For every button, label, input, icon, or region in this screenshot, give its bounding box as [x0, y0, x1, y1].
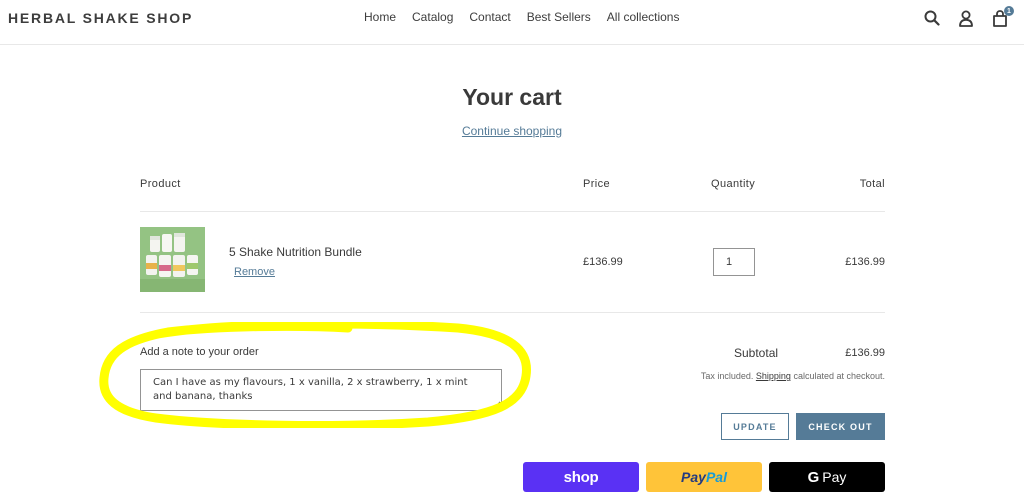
- nav-home[interactable]: Home: [364, 10, 396, 24]
- nav-best-sellers[interactable]: Best Sellers: [527, 10, 591, 24]
- main-nav: Home Catalog Contact Best Sellers All co…: [364, 10, 695, 24]
- paypal-button[interactable]: Pay Pal: [646, 462, 762, 492]
- site-logo[interactable]: HERBAL SHAKE SHOP: [8, 10, 193, 26]
- checkout-button[interactable]: CHECK OUT: [796, 413, 885, 440]
- search-icon[interactable]: [922, 8, 942, 28]
- remove-item-link[interactable]: Remove: [234, 266, 275, 278]
- item-price: £136.99: [583, 256, 623, 268]
- order-note-label: Add a note to your order: [140, 346, 259, 358]
- nav-all-collections[interactable]: All collections: [607, 10, 680, 24]
- column-header-price: Price: [583, 178, 611, 190]
- google-g-icon: G: [807, 468, 820, 486]
- quantity-input[interactable]: [713, 248, 755, 276]
- site-header: HERBAL SHAKE SHOP Home Catalog Contact B…: [0, 0, 1024, 45]
- subtotal-value: £136.99: [845, 347, 885, 359]
- column-header-quantity: Quantity: [711, 178, 756, 190]
- order-note-textarea[interactable]: Can I have as my flavours, 1 x vanilla, …: [140, 369, 502, 411]
- product-name[interactable]: 5 Shake Nutrition Bundle: [229, 245, 362, 259]
- tax-note: Tax included. Shipping calculated at che…: [701, 371, 885, 381]
- page-title: Your cart: [462, 84, 562, 110]
- shop-pay-label: shop: [563, 468, 599, 486]
- shop-pay-button[interactable]: shop: [523, 462, 639, 492]
- update-cart-button[interactable]: UPDATE: [721, 413, 789, 440]
- continue-shopping-link[interactable]: Continue shopping: [462, 124, 562, 138]
- tax-note-suffix: calculated at checkout.: [793, 371, 885, 381]
- google-pay-button[interactable]: G Pay: [769, 462, 885, 492]
- paypal-label-pal: Pal: [705, 469, 727, 485]
- google-pay-label: Pay: [822, 469, 847, 485]
- cart-icon[interactable]: 1: [990, 6, 1014, 28]
- column-header-product: Product: [140, 178, 181, 190]
- shipping-link[interactable]: Shipping: [756, 371, 791, 381]
- column-header-total: Total: [859, 178, 885, 190]
- nav-catalog[interactable]: Catalog: [412, 10, 453, 24]
- header-icons: 1: [922, 6, 1014, 28]
- account-icon[interactable]: [956, 8, 976, 28]
- nav-contact[interactable]: Contact: [469, 10, 510, 24]
- divider: [140, 211, 885, 212]
- paypal-label-pay: Pay: [681, 469, 706, 485]
- item-total: £136.99: [845, 256, 885, 268]
- subtotal-label: Subtotal: [734, 346, 779, 360]
- divider: [140, 312, 885, 313]
- continue-shopping: Continue shopping: [0, 124, 1024, 138]
- product-image[interactable]: [140, 227, 205, 292]
- tax-note-prefix: Tax included.: [700, 371, 754, 381]
- cart-count-badge: 1: [1004, 6, 1014, 16]
